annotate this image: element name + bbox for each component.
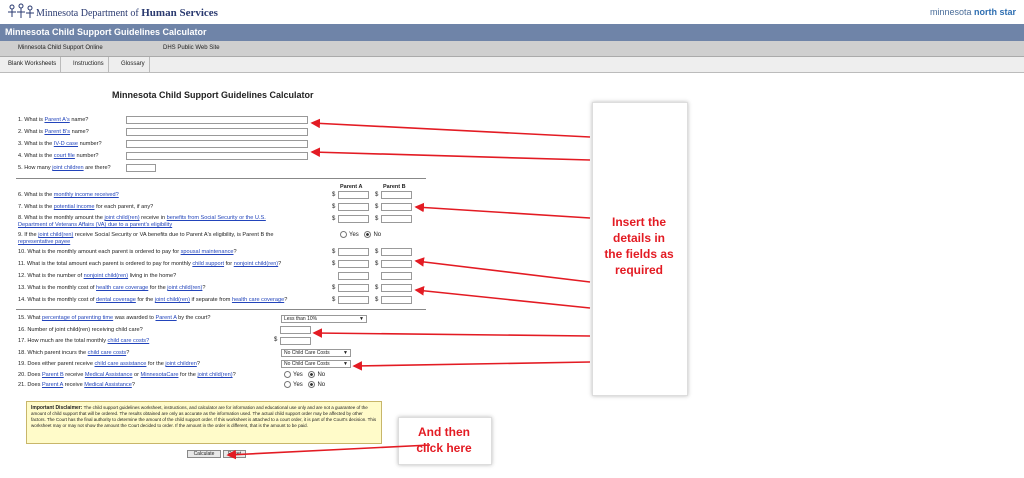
arrow-to-court-file (310, 147, 591, 161)
arrow-to-health-care (414, 286, 591, 309)
arrow-to-potential-income (414, 202, 591, 219)
arrow-to-calculate (226, 444, 431, 460)
arrow-to-parent-a-name (310, 118, 591, 138)
arrow-to-child-support (414, 257, 591, 283)
arrow-to-child-care (312, 328, 591, 338)
annotation-arrows (226, 118, 591, 460)
arrow-to-assistance-select (352, 361, 591, 371)
